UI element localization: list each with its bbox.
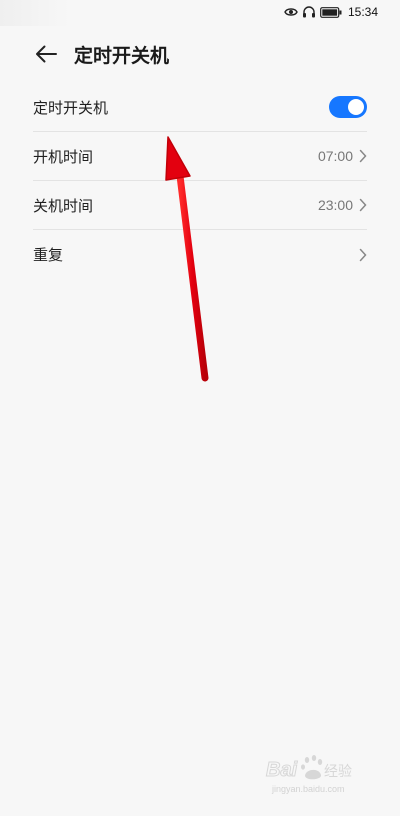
baidu-watermark: Bai 经验 jingyan.baidu.com — [264, 752, 374, 802]
power-off-time-value: 23:00 — [317, 197, 353, 213]
toggle-knob — [348, 99, 364, 115]
eye-icon — [284, 8, 298, 16]
arrow-left-icon — [36, 45, 57, 63]
row-label: 开机时间 — [33, 147, 94, 166]
watermark-url: jingyan.baidu.com — [272, 784, 345, 794]
baidu-logo-icon: Bai 经验 — [266, 755, 352, 782]
row-right: 23:00 — [318, 197, 367, 213]
power-on-time-value: 07:00 — [317, 148, 353, 164]
app-header: 定时开关机 — [0, 32, 400, 76]
row-label: 定时开关机 — [33, 98, 109, 117]
status-icons: 15:34 — [284, 5, 378, 19]
power-off-time-row[interactable]: 关机时间 23:00 — [33, 181, 367, 230]
scheduled-power-toggle[interactable] — [329, 96, 367, 118]
scheduled-power-toggle-row[interactable]: 定时开关机 — [33, 83, 367, 132]
headphones-icon — [302, 6, 315, 18]
chevron-right-icon — [359, 248, 367, 261]
status-time: 15:34 — [347, 5, 378, 19]
row-label: 关机时间 — [33, 196, 94, 215]
row-right: 07:00 — [318, 148, 367, 164]
svg-text:经验: 经验 — [324, 764, 352, 780]
back-button[interactable] — [26, 34, 66, 74]
page-title: 定时开关机 — [74, 44, 170, 67]
settings-list: 定时开关机 开机时间 07:00 关机时间 23:00 重复 — [33, 83, 367, 279]
battery-icon — [320, 6, 342, 18]
row-label: 重复 — [33, 246, 64, 264]
repeat-row[interactable]: 重复 — [33, 230, 367, 279]
chevron-right-icon — [359, 149, 367, 163]
status-bar-left-area — [0, 0, 70, 26]
svg-text:Bai: Bai — [266, 759, 298, 781]
chevron-right-icon — [359, 198, 367, 212]
power-on-time-row[interactable]: 开机时间 07:00 — [33, 132, 367, 181]
row-right — [359, 248, 367, 262]
status-bar: 15:34 — [0, 0, 400, 26]
